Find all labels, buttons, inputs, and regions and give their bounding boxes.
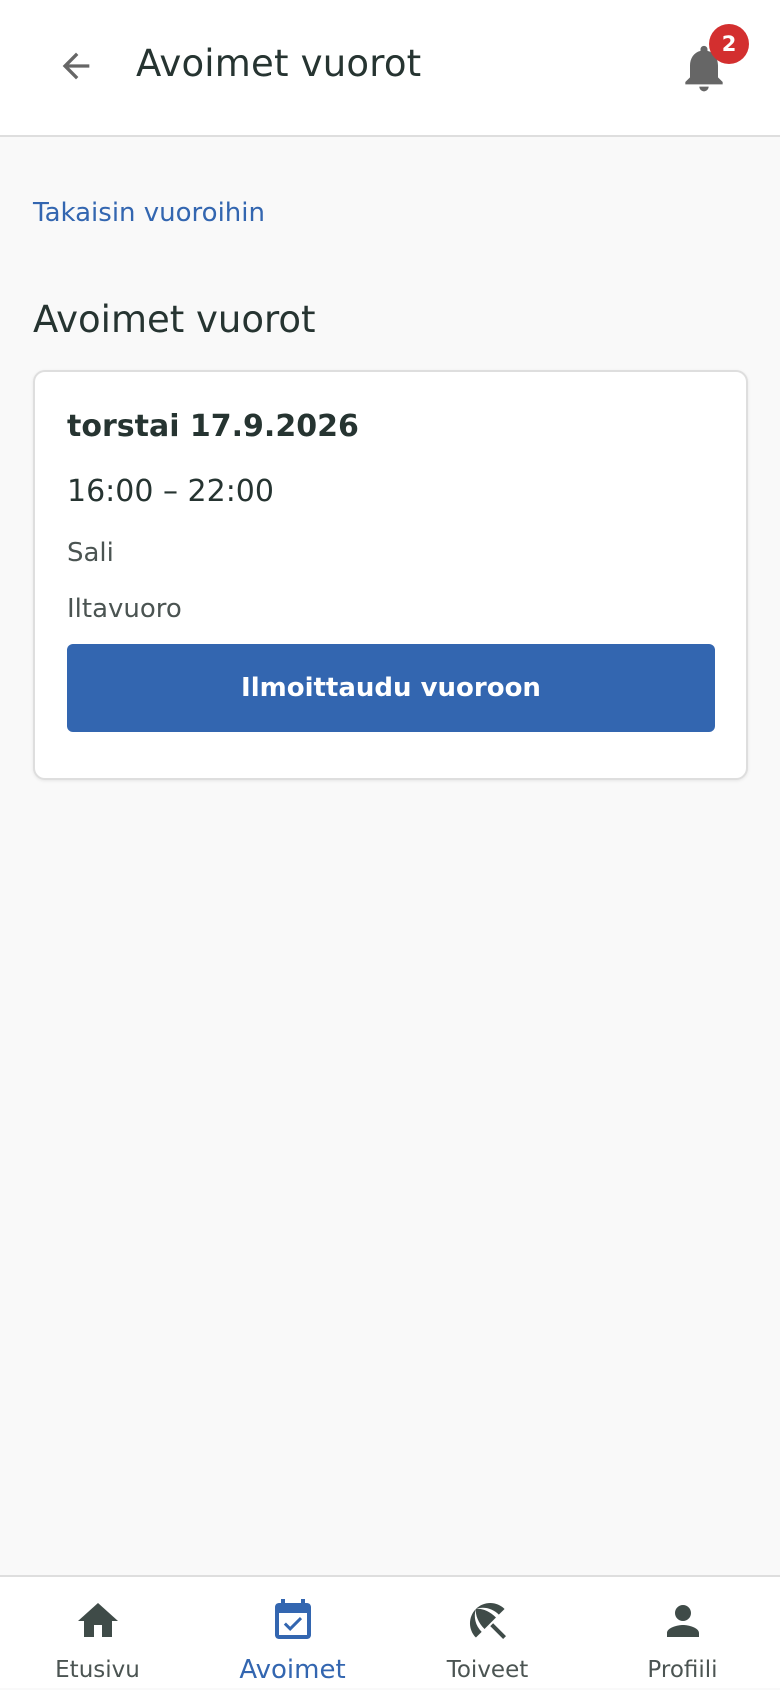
shift-card: torstai 17.9.2026 16:00 – 22:00 Sali Ilt… <box>33 370 748 780</box>
nav-label-home: Etusivu <box>55 1657 140 1683</box>
nav-label-profile: Profiili <box>647 1657 718 1683</box>
home-icon <box>77 1603 118 1637</box>
notification-count-badge: 2 <box>709 24 749 64</box>
arrow-left-icon <box>62 52 90 80</box>
beach-umbrella-icon <box>469 1603 506 1639</box>
back-button[interactable] <box>50 40 102 92</box>
shift-date: torstai 17.9.2026 <box>67 409 359 444</box>
shift-time: 16:00 – 22:00 <box>67 474 274 509</box>
nav-item-profile[interactable]: Profiili <box>585 1577 780 1690</box>
calendar-check-icon <box>274 1599 311 1639</box>
nav-item-open-shifts[interactable]: Avoimet <box>195 1577 390 1690</box>
back-to-shifts-link[interactable]: Takaisin vuoroihin <box>33 198 265 228</box>
nav-label-open-shifts: Avoimet <box>239 1655 346 1685</box>
top-app-bar: Avoimet vuorot 2 <box>0 0 780 137</box>
section-title: Avoimet vuorot <box>33 298 316 341</box>
bottom-navigation: Etusivu Avoimet Toiveet Profiili <box>0 1575 780 1688</box>
nav-label-wishes: Toiveet <box>446 1657 529 1683</box>
nav-item-wishes[interactable]: Toiveet <box>390 1577 585 1690</box>
signup-shift-button[interactable]: Ilmoittaudu vuoroon <box>67 644 715 732</box>
shift-type: Iltavuoro <box>67 594 182 624</box>
person-icon <box>666 1605 699 1637</box>
shift-place: Sali <box>67 538 114 568</box>
page-title: Avoimet vuorot <box>136 42 422 85</box>
nav-item-home[interactable]: Etusivu <box>0 1577 195 1690</box>
